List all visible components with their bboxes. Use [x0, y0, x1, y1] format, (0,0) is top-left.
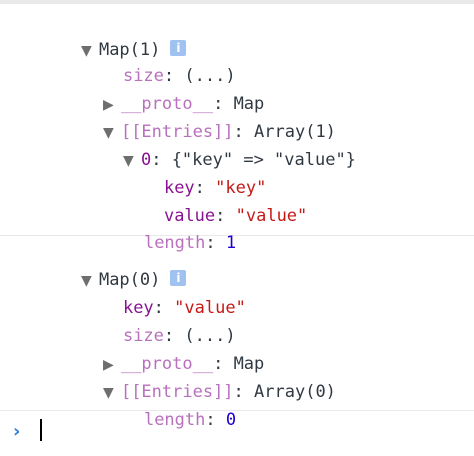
- map1-entry0-row[interactable]: ▼ 0: {"key" => "value"}: [82, 124, 356, 170]
- map0-proto-row[interactable]: ▶ __proto__: Map: [62, 328, 264, 374]
- map1-key-row: key: "key": [163, 178, 267, 198]
- text-caret: [40, 419, 42, 441]
- map1-header-row[interactable]: ▼ Map(1) i: [40, 14, 187, 60]
- console-message-map0: ▼ Map(0) i key: "value" size: (...) ▶ __pro…: [0, 236, 474, 430]
- map0-size-row[interactable]: size: (...): [82, 300, 236, 346]
- property-value: Array(0): [254, 382, 336, 402]
- map0-length-row: length: 0: [143, 410, 237, 430]
- console-top-border: [0, 0, 474, 4]
- map1-length-row: length: 1: [143, 233, 237, 253]
- map1-value-row: value: "value": [163, 206, 308, 226]
- map1-entries-row[interactable]: ▼ [[Entries]]: Array(1): [62, 96, 336, 142]
- string-value: "value": [235, 206, 308, 226]
- console-prompt[interactable]: ›: [0, 411, 474, 455]
- map0-header-row[interactable]: ▼ Map(0) i: [40, 244, 187, 290]
- console-message-map1: ▼ Map(1) i size: (...) ▶ __proto__: Map ▼[[…: [0, 10, 474, 253]
- prompt-chevron-icon: ›: [13, 421, 21, 442]
- map1-size-row[interactable]: size: (...): [82, 40, 236, 86]
- map1-proto-row[interactable]: ▶ __proto__: Map: [62, 68, 264, 114]
- map0-key-row: key: "value": [122, 298, 246, 318]
- map0-entries-row[interactable]: ▼ [[Entries]]: Array(0): [62, 356, 336, 402]
